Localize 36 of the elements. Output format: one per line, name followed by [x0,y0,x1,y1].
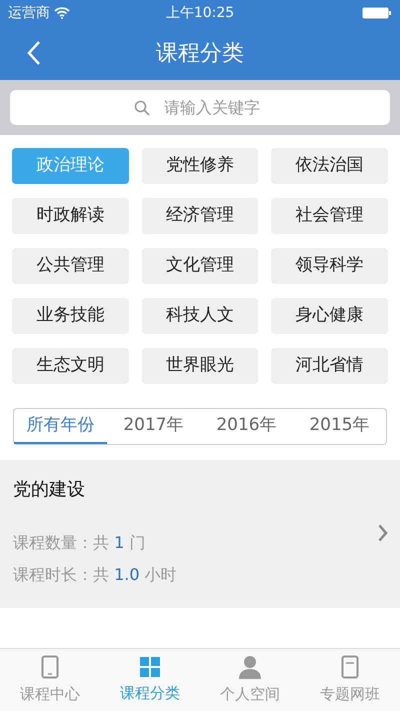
category-button[interactable]: 领导科学 [271,248,388,284]
category-button[interactable]: 经济管理 [142,198,258,234]
category-button[interactable]: 身心健康 [271,298,388,334]
page-title: 课程分类 [156,40,244,68]
clock: 上午10:25 [166,4,234,22]
category-button[interactable]: 社会管理 [271,198,388,234]
category-button[interactable]: 依法治国 [271,148,388,184]
battery-icon [362,7,392,19]
year-tab[interactable]: 所有年份 [14,409,107,444]
chevron-icon [378,524,388,542]
category-button[interactable]: 河北省情 [271,348,388,384]
back-icon [26,40,42,66]
tablet-icon [41,654,59,679]
back-button[interactable] [26,40,42,66]
document-icon [341,654,359,679]
grid-icon [139,656,161,678]
category-button[interactable]: 文化管理 [142,248,258,284]
course-title: 党的建设 [13,478,86,502]
year-tab[interactable]: 2015年 [293,409,386,444]
category-button[interactable]: 公共管理 [12,248,129,284]
year-tab[interactable]: 2016年 [200,409,293,444]
category-button[interactable]: 业务技能 [12,298,129,334]
category-button[interactable]: 科技人文 [142,298,258,334]
course-duration: 课程时长：共 1.0 小时 [13,564,177,586]
category-button[interactable]: 世界眼光 [142,348,258,384]
wifi-icon [54,7,70,19]
person-icon [238,654,262,679]
year-tab[interactable]: 2017年 [107,409,200,444]
course-card[interactable]: 党的建设 课程数量：共 1 门 课程时长：共 1.0 小时 [0,460,400,608]
category-button[interactable]: 生态文明 [12,348,129,384]
carrier-label: 运营商 [8,4,50,22]
search-icon [134,100,150,116]
course-count: 课程数量：共 1 门 [13,532,146,554]
category-button[interactable]: 党性修养 [142,148,258,184]
search-field[interactable]: 请输入关键字 [10,90,390,125]
category-button[interactable]: 时政解读 [12,198,129,234]
